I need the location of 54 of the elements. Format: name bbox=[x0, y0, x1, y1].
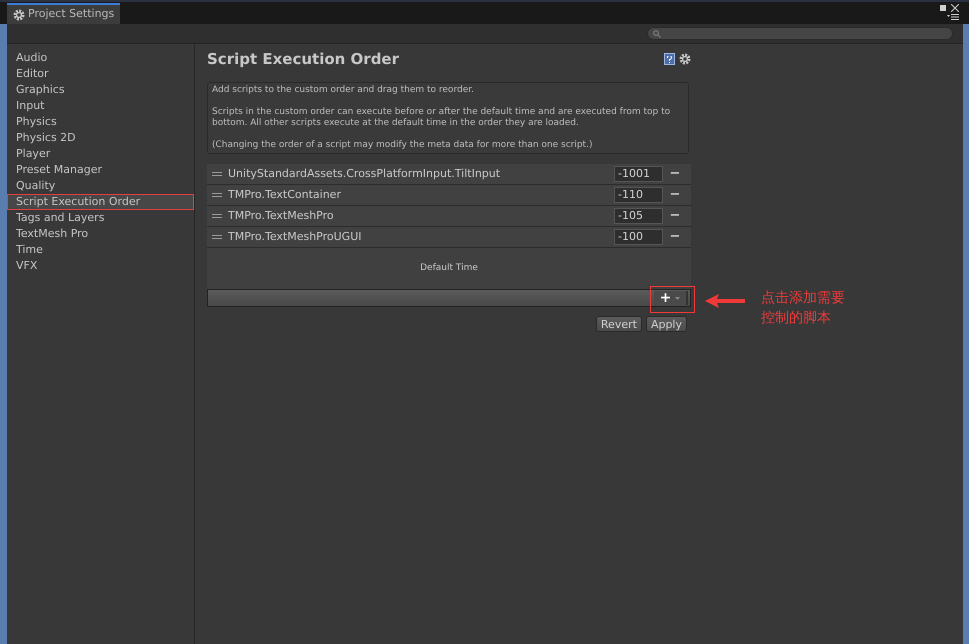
script-name: TMPro.TextMeshPro bbox=[228, 208, 335, 224]
remove-button[interactable]: − bbox=[663, 164, 687, 184]
script-row[interactable]: TMPro.TextContainer -110 − bbox=[207, 185, 691, 206]
sidebar-item[interactable]: Quality bbox=[7, 178, 194, 194]
caret-icon bbox=[675, 296, 680, 300]
sidebar-item[interactable]: Audio bbox=[7, 50, 194, 66]
settings-icon bbox=[679, 53, 691, 65]
help-text: Add scripts to the custom order and drag them to reorder. bbox=[212, 85, 475, 96]
add-button[interactable]: + bbox=[654, 291, 688, 305]
sidebar-item[interactable]: Graphics bbox=[7, 82, 194, 98]
search-icon bbox=[653, 30, 661, 38]
panel-title: Script Execution Order bbox=[207, 48, 400, 70]
sidebar-item[interactable]: Script Execution Order bbox=[7, 194, 194, 210]
order-field[interactable]: -105 bbox=[614, 208, 663, 224]
script-name: TMPro.TextContainer bbox=[228, 186, 342, 203]
order-field[interactable]: -110 bbox=[614, 187, 663, 203]
remove-button[interactable]: − bbox=[663, 227, 687, 247]
arrow-icon bbox=[705, 294, 745, 308]
sidebar-item[interactable]: TextMesh Pro bbox=[7, 226, 194, 242]
drag-handle-icon[interactable] bbox=[212, 235, 222, 239]
order-field[interactable]: -100 bbox=[614, 229, 663, 245]
sidebar-item[interactable]: Preset Manager bbox=[7, 162, 194, 178]
script-name: UnityStandardAssets.CrossPlatformInput.TiltInput bbox=[228, 166, 502, 182]
default-time-label: Default Time bbox=[420, 262, 478, 275]
order-field[interactable]: -1001 bbox=[614, 166, 663, 182]
menu-icon[interactable] bbox=[947, 14, 959, 20]
script-row[interactable]: TMPro.TextMeshProUGUI -100 − bbox=[207, 227, 691, 248]
sidebar-item[interactable]: Input bbox=[7, 98, 194, 114]
sidebar-item[interactable]: Tags and Layers bbox=[7, 210, 194, 226]
sidebar-item[interactable]: Physics bbox=[7, 114, 194, 130]
sidebar-item[interactable]: Time bbox=[7, 242, 194, 258]
script-row[interactable]: TMPro.TextMeshPro -105 − bbox=[207, 206, 691, 227]
sidebar-item[interactable]: VFX bbox=[7, 258, 194, 274]
settings-icon bbox=[13, 8, 25, 20]
search-field[interactable] bbox=[647, 27, 953, 40]
help-text: Scripts in the custom order can execute before or after the default time and are executed from top to bottom. All other scripts execute at the default time in the order they are loaded. bbox=[212, 107, 672, 129]
script-row[interactable]: UnityStandardAssets.CrossPlatformInput.TiltInput -1001 − bbox=[207, 164, 691, 185]
script-name: TMPro.TextMeshProUGUI bbox=[228, 228, 362, 245]
action-button[interactable]: Apply bbox=[646, 316, 687, 332]
sidebar-item[interactable]: Physics 2D bbox=[7, 130, 194, 146]
drag-handle-icon[interactable] bbox=[212, 193, 222, 197]
annotation-box bbox=[650, 286, 695, 313]
remove-button[interactable]: − bbox=[663, 206, 687, 226]
sidebar-item[interactable]: Editor bbox=[7, 66, 194, 82]
sidebar-item[interactable]: Player bbox=[7, 146, 194, 162]
close-icon[interactable] bbox=[951, 4, 959, 12]
drag-handle-icon[interactable] bbox=[212, 214, 222, 218]
remove-button[interactable]: − bbox=[663, 185, 687, 205]
help-icon[interactable] bbox=[664, 53, 675, 65]
drag-handle-icon[interactable] bbox=[212, 172, 222, 176]
window-tab[interactable]: Project Settings bbox=[7, 3, 120, 24]
help-text: (Changing the order of a script may modify the meta data for more than one script.) bbox=[212, 140, 594, 151]
annotation-text: 点击添加需要 控制的脚本 bbox=[761, 289, 845, 328]
action-button[interactable]: Revert bbox=[596, 316, 642, 332]
